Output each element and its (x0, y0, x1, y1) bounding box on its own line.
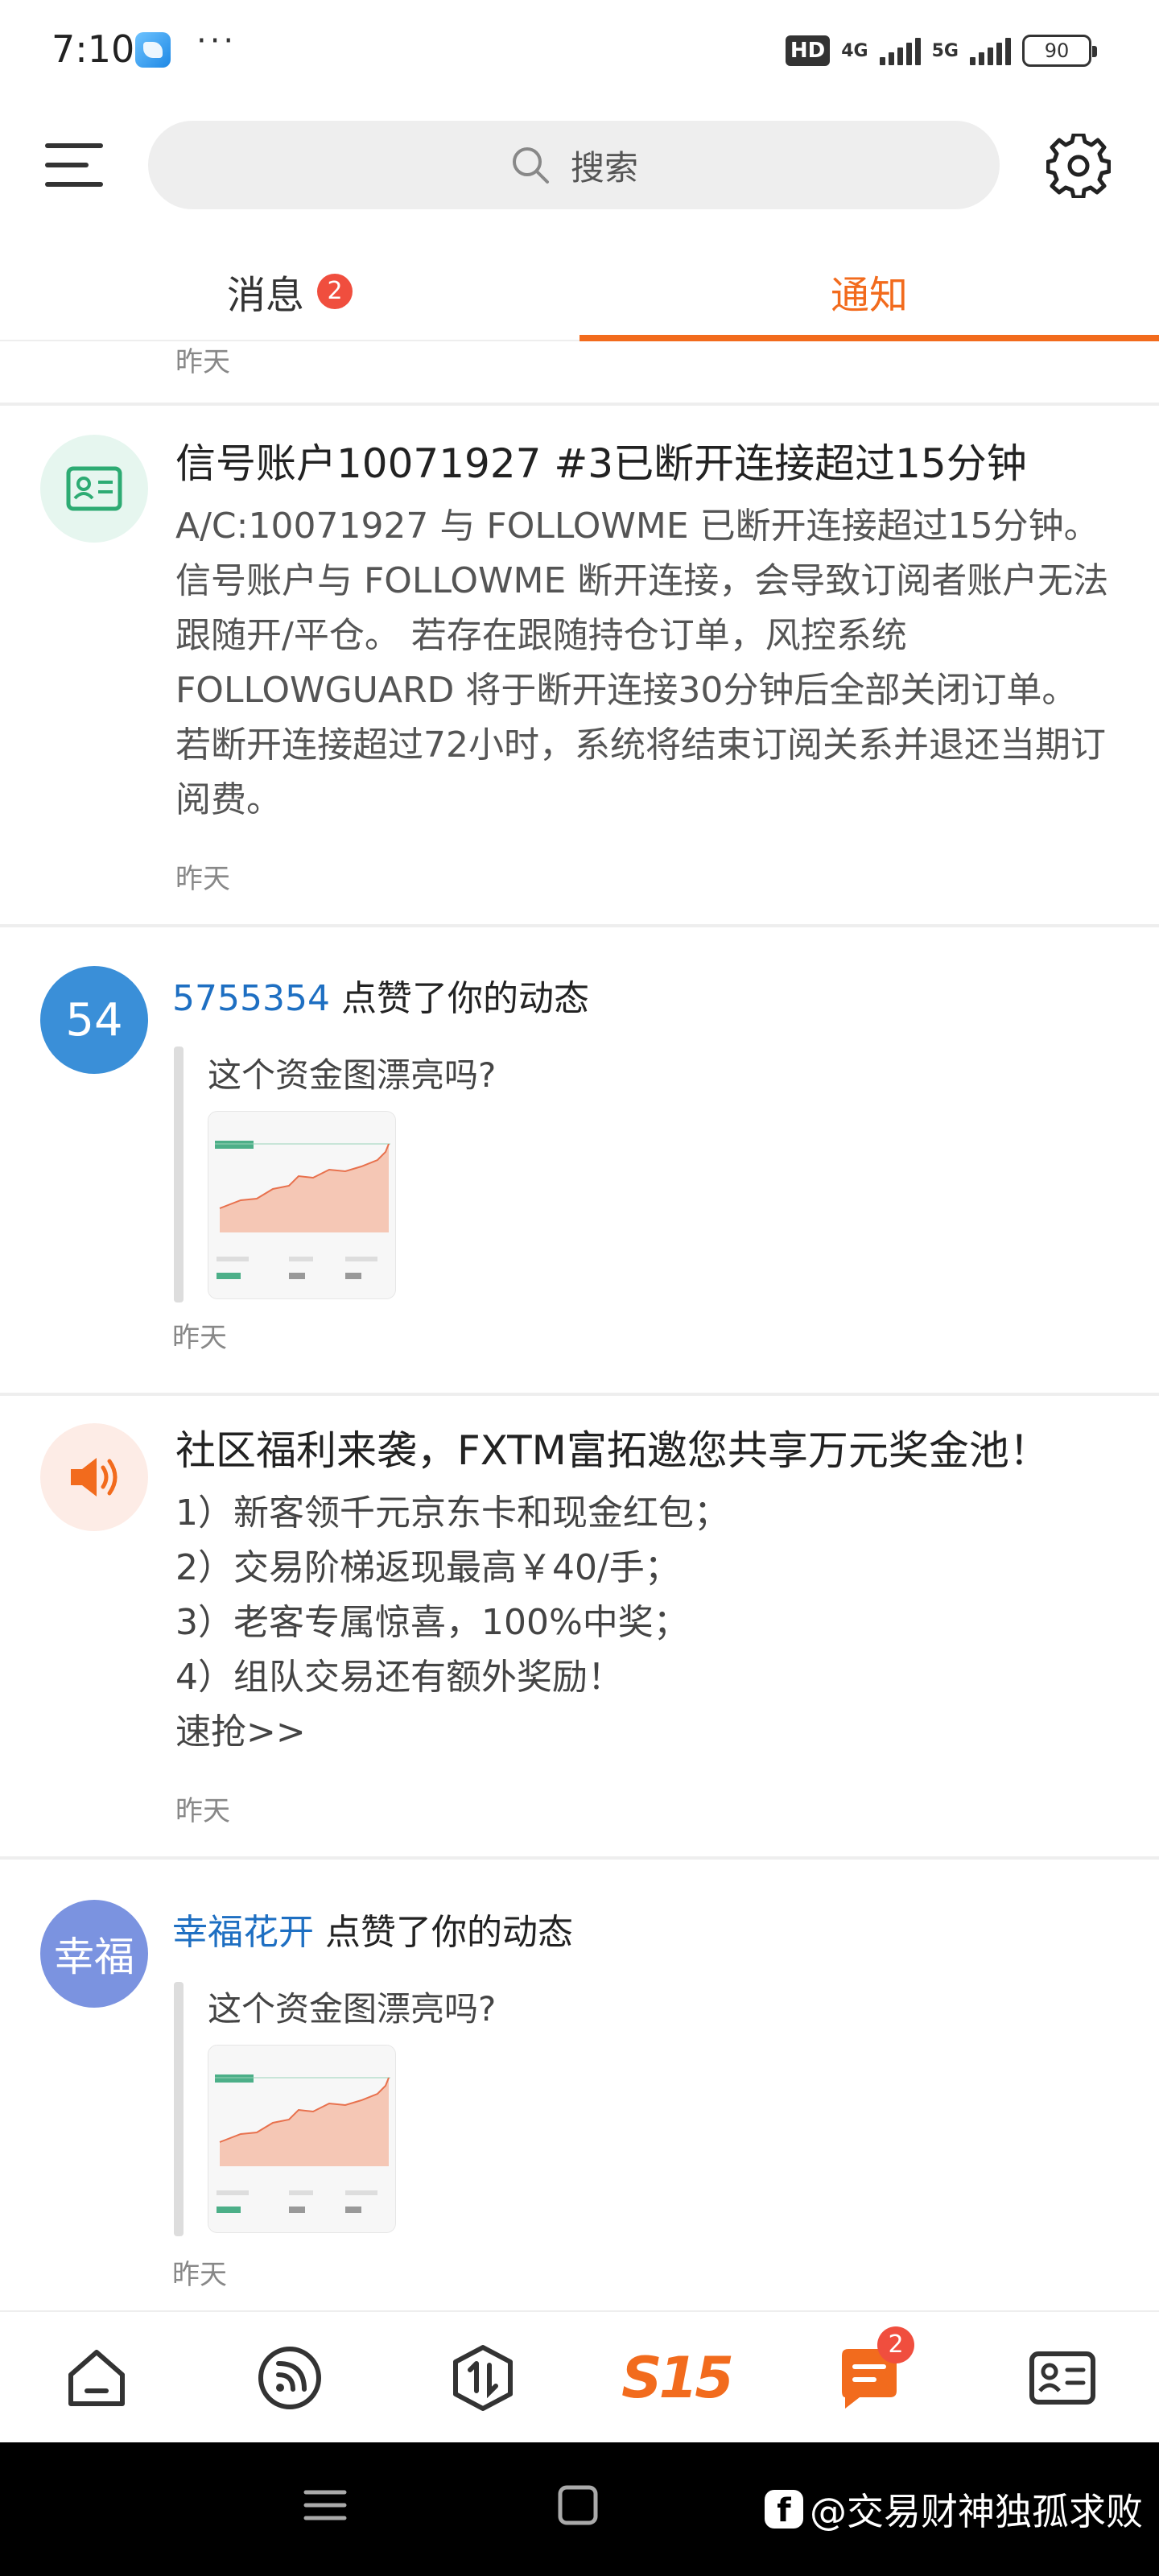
tab-messages-label: 消息 (226, 273, 304, 318)
promo-line: 4）组队交易还有额外奖励！ (175, 1657, 623, 1698)
signal-strength-icon (970, 36, 1011, 65)
avatar-text: 幸福 (54, 1934, 134, 1980)
nav-home[interactable] (58, 2339, 135, 2417)
watermark-text: @交易财神独孤求败 (810, 2490, 1143, 2533)
home-square-icon[interactable] (555, 2483, 600, 2528)
nav-messages[interactable]: 2 (831, 2326, 914, 2417)
search-input[interactable]: 搜索 (148, 121, 1000, 209)
home-icon (68, 2350, 125, 2406)
equity-chart-thumbnail[interactable] (208, 1111, 396, 1299)
network-5g-label: 5G (931, 40, 959, 61)
app-notification-icon (135, 32, 171, 68)
network-4g-label: 4G (841, 40, 868, 61)
messages-badge: 2 (877, 2326, 914, 2363)
recent-apps-icon[interactable] (303, 2483, 348, 2528)
notice-title: 信号账户10071927 #3已断开连接超过15分钟 (175, 440, 1027, 487)
list-item[interactable]: 昨天 (0, 343, 1159, 406)
notice-body: A/C:10071927 与 FOLLOWME 已断开连接超过15分钟。 信号账… (175, 506, 1109, 820)
watermark-logo-icon: f (765, 2490, 803, 2529)
promo-line: 1）新客领千元京东卡和现金红包； (175, 1492, 729, 1534)
nav-profile[interactable] (1024, 2339, 1101, 2417)
announcement-icon (40, 1423, 148, 1531)
system-nav-bar: f @交易财神独孤求败 (0, 2442, 1159, 2576)
promo-notification-item[interactable]: 社区福利来袭，FXTM富拓邀您共享万元奖金池！ 1）新客领千元京东卡和现金红包；… (0, 1396, 1159, 1860)
notification-list[interactable]: 昨天 信号账户10071927 #3已断开连接超过15分钟 A/C:100719… (0, 343, 1159, 2309)
like-action: 点赞了你的动态 (329, 978, 589, 1019)
battery-icon: 90 (1022, 35, 1097, 67)
like-text: 幸福花开 点赞了你的动态 (172, 1903, 573, 1955)
menu-icon[interactable] (45, 137, 103, 193)
unread-badge: 2 (317, 274, 353, 309)
trade-icon (453, 2345, 513, 2411)
status-indicators: HD 4G 5G 90 (785, 31, 1097, 71)
hd-voice-icon: HD (785, 35, 831, 66)
watermark: f @交易财神独孤求败 (765, 2483, 1143, 2536)
status-bar: 7:10 ··· HD 4G 5G 90 (0, 0, 1159, 105)
equity-chart-thumbnail[interactable] (208, 2045, 396, 2233)
tab-notifications-label: 通知 (830, 273, 908, 318)
item-time: 昨天 (172, 2259, 227, 2291)
more-notifications-icon: ··· (196, 23, 237, 60)
item-time: 昨天 (175, 1795, 230, 1827)
like-text: 5755354 点赞了你的动态 (172, 969, 589, 1021)
nav-trade[interactable] (444, 2339, 522, 2417)
promo-link[interactable]: 速抢>> (175, 1705, 1117, 1760)
like-notification-item[interactable]: 54 5755354 点赞了你的动态 这个资金图漂亮吗? 昨天 (0, 927, 1159, 1396)
profile-card-icon (1029, 2351, 1095, 2405)
search-placeholder: 搜索 (570, 147, 638, 188)
tab-bar: 消息 2 通知 (0, 242, 1159, 341)
nav-s15[interactable]: S15 (620, 2339, 734, 2417)
active-tab-indicator (580, 335, 1159, 341)
signal-strength-icon (879, 36, 921, 65)
top-bar: 搜索 (0, 113, 1159, 217)
promo-body: 1）新客领千元京东卡和现金红包； 2）交易阶梯返现最高￥40/手； 3）老客专属… (175, 1486, 1117, 1760)
avatar[interactable]: 幸福 (40, 1900, 148, 2008)
bottom-nav: S15 2 (0, 2310, 1159, 2442)
like-notification-item[interactable]: 幸福 幸福花开 点赞了你的动态 这个资金图漂亮吗? 昨天 (0, 1860, 1159, 2309)
signal-notice-item[interactable]: 信号账户10071927 #3已断开连接超过15分钟 A/C:10071927 … (0, 406, 1159, 927)
promo-line: 2）交易阶梯返现最高￥40/手； (175, 1547, 680, 1588)
account-card-icon (40, 435, 148, 543)
like-action: 点赞了你的动态 (314, 1912, 573, 1953)
avatar[interactable]: 54 (40, 966, 148, 1074)
user-link[interactable]: 5755354 (172, 978, 330, 1019)
nav-feed[interactable] (251, 2339, 328, 2417)
quoted-post-text: 这个资金图漂亮吗? (208, 1055, 497, 1095)
status-time: 7:10 (52, 27, 135, 71)
tab-notifications[interactable]: 通知 (580, 242, 1159, 341)
app-root: 7:10 ··· HD 4G 5G 90 搜索 消息 2 通知 昨天 信号账户1… (0, 0, 1159, 2576)
avatar-text: 54 (65, 993, 123, 1046)
promo-title: 社区福利来袭，FXTM富拓邀您共享万元奖金池！ (175, 1427, 1050, 1474)
quote-bar (174, 1046, 184, 1302)
search-icon (512, 147, 549, 184)
item-time: 昨天 (172, 1322, 227, 1354)
quote-bar (174, 1982, 184, 2236)
rss-feed-icon (258, 2347, 321, 2409)
item-time: 昨天 (175, 346, 230, 378)
item-time: 昨天 (175, 863, 230, 895)
gear-icon[interactable] (1046, 134, 1111, 198)
user-link[interactable]: 幸福花开 (172, 1912, 314, 1953)
promo-line: 3）老客专属惊喜，100%中奖； (175, 1602, 689, 1643)
tab-messages[interactable]: 消息 2 (0, 242, 580, 341)
quoted-post-text: 这个资金图漂亮吗? (208, 1989, 497, 2029)
s15-logo: S15 (621, 2345, 734, 2411)
